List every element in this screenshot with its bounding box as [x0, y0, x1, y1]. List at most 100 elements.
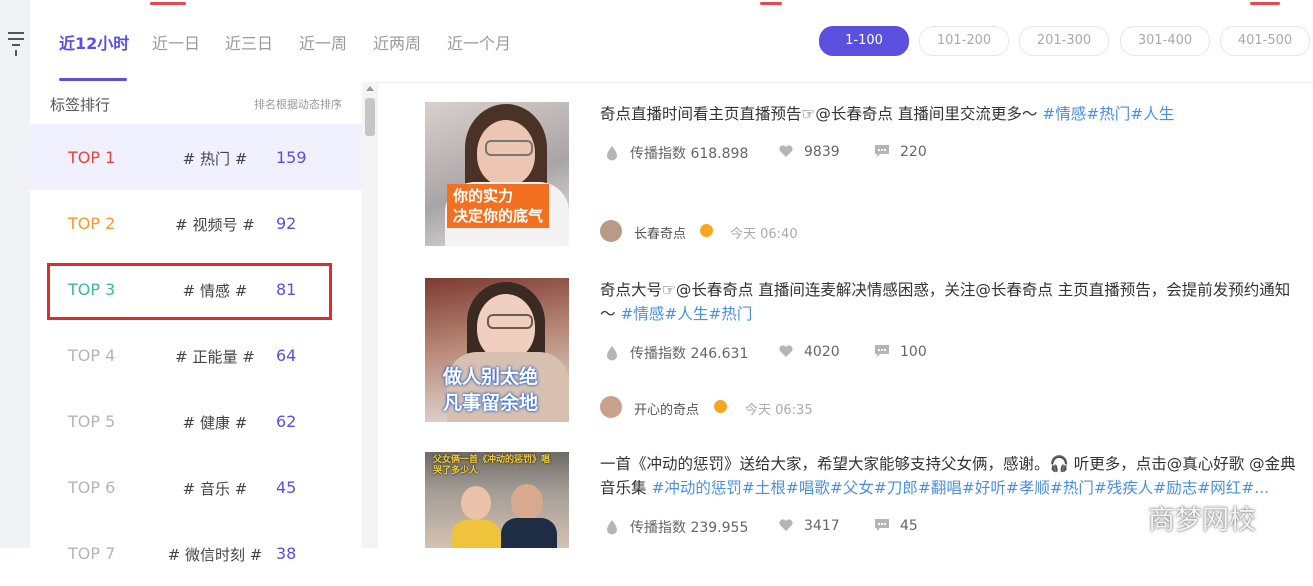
post-title[interactable]: 奇点大号☞@长春奇点 直播间连麦解决情感困惑，关注@长春奇点 主页直播预告，会提…: [600, 278, 1300, 326]
rank-tag: # 音乐 #: [182, 480, 248, 498]
heart-icon: [779, 345, 793, 357]
range-pill-401-500[interactable]: 401-500: [1220, 26, 1310, 56]
watermark: 商梦网校: [1100, 498, 1256, 537]
rank-count: 92: [276, 214, 297, 233]
like-value: 4020: [804, 344, 840, 360]
rank-count: 62: [276, 412, 297, 431]
comment-count: 45: [874, 517, 918, 534]
author-name[interactable]: 开心的奇点: [634, 399, 699, 418]
spread-index: 传播指数 246.631: [604, 343, 748, 363]
rank-tag: # 热门 #: [182, 150, 248, 168]
avatar[interactable]: [600, 396, 622, 418]
spread-index: 传播指数 239.955: [604, 517, 748, 537]
post-time: 今天 06:40: [730, 227, 798, 242]
author-name[interactable]: 长春奇点: [634, 223, 686, 242]
range-pill-1-100[interactable]: 1-100: [819, 26, 909, 56]
post-thumbnail[interactable]: 父女俩一首《冲动的惩罚》唱哭了多少人: [425, 452, 569, 548]
rank-row[interactable]: TOP 3 # 情感 # 81: [30, 256, 362, 322]
rank-count: 45: [276, 478, 297, 497]
post-title-text: 奇点直播时间看主页直播预告☞@长春奇点 直播间里交流更多～: [600, 105, 1043, 123]
sidebar-scrollbar[interactable]: [362, 82, 378, 548]
tag-ranking-heading: 标签排行: [50, 96, 111, 114]
rank-tag: # 情感 #: [182, 282, 248, 300]
post-title[interactable]: 奇点直播时间看主页直播预告☞@长春奇点 直播间里交流更多～ #情感#热门#人生: [600, 102, 1300, 126]
rank-row[interactable]: TOP 1 # 热门 # 159: [30, 124, 362, 190]
tab-3-days[interactable]: 近三日: [225, 30, 273, 54]
verified-badge-icon: [700, 224, 713, 237]
like-count: 9839: [778, 143, 840, 160]
heart-icon: [779, 145, 793, 157]
tab-1-week[interactable]: 近一周: [299, 30, 347, 54]
avatar[interactable]: [600, 220, 622, 242]
verified-badge-icon: [714, 400, 727, 413]
like-value: 9839: [804, 144, 840, 160]
post-title[interactable]: 一首《冲动的惩罚》送给大家，希望大家能够支持父女俩，感谢。🎧 听更多，点击@真心…: [600, 452, 1300, 500]
post-thumbnail[interactable]: 你的实力 决定你的底气: [425, 102, 569, 246]
post-item[interactable]: 你的实力 决定你的底气 奇点直播时间看主页直播预告☞@长春奇点 直播间里交流更多…: [425, 102, 1305, 252]
spread-label: 传播指数: [630, 146, 686, 162]
drop-icon: [607, 520, 617, 535]
heart-icon: [779, 519, 793, 531]
scroll-up-arrow-icon[interactable]: [366, 86, 374, 91]
rank-position: TOP 6: [68, 478, 116, 497]
range-pill-101-200[interactable]: 101-200: [919, 26, 1009, 56]
post-tags[interactable]: #情感#人生#热门: [620, 305, 752, 323]
time-range-tabs: 近12小时 近一日 近三日 近一周 近两周 近一个月 1-100 101-200…: [30, 0, 1313, 83]
comment-icon: [875, 345, 889, 357]
tab-12-hours[interactable]: 近12小时: [59, 30, 129, 54]
rank-row[interactable]: TOP 7 # 微信时刻 # 38: [30, 520, 362, 586]
wechat-logo-icon: [1100, 503, 1139, 532]
rank-tag: # 微信时刻 #: [167, 546, 263, 564]
thumbnail-caption: 父女俩一首《冲动的惩罚》唱哭了多少人: [433, 455, 551, 476]
rank-position: TOP 7: [68, 544, 116, 563]
rank-count: 64: [276, 346, 297, 365]
menu-icon[interactable]: [8, 28, 24, 56]
rank-count: 159: [276, 148, 307, 167]
post-tags[interactable]: #冲动的惩罚#土根#唱歌#父女#刀郎#翻唱#好听#孝顺#热门#残疾人#励志#网红…: [651, 479, 1269, 497]
spread-value: 618.898: [690, 146, 749, 162]
rank-tag: # 视频号 #: [175, 216, 255, 234]
thumbnail-caption: 你的实力 决定你的底气: [447, 184, 550, 228]
tab-2-weeks[interactable]: 近两周: [373, 30, 421, 54]
post-item[interactable]: 做人别太绝 凡事留余地 奇点大号☞@长春奇点 直播间连麦解决情感困惑，关注@长春…: [425, 278, 1305, 428]
comment-count: 100: [874, 343, 927, 360]
rank-position: TOP 1: [68, 148, 116, 167]
range-pill-201-300[interactable]: 201-300: [1019, 26, 1109, 56]
watermark-text: 商梦网校: [1148, 505, 1256, 536]
spread-label: 传播指数: [630, 520, 686, 536]
tab-1-month[interactable]: 近一个月: [447, 30, 511, 54]
rank-row[interactable]: TOP 2 # 视频号 # 92: [30, 190, 362, 256]
spread-value: 246.631: [690, 346, 749, 362]
comment-value: 100: [900, 344, 927, 360]
active-tab-indicator: [59, 78, 127, 81]
post-author[interactable]: 长春奇点 今天 06:40: [600, 220, 900, 244]
rank-position: TOP 3: [68, 280, 116, 299]
comment-value: 220: [900, 144, 927, 160]
drop-icon: [607, 146, 617, 161]
ranking-note: 排名根据动态排序: [254, 98, 342, 111]
post-stats: 传播指数 618.898 9839 220: [600, 143, 1000, 163]
post-tags[interactable]: #情感#热门#人生: [1042, 105, 1174, 123]
rank-row[interactable]: TOP 6 # 音乐 # 45: [30, 454, 362, 520]
tag-ranking-panel: 标签排行 排名根据动态排序 TOP 1 # 热门 # 159 TOP 2 # 视…: [30, 82, 362, 564]
rank-position: TOP 2: [68, 214, 116, 233]
like-count: 3417: [778, 517, 840, 534]
comment-value: 45: [900, 518, 918, 534]
post-thumbnail[interactable]: 做人别太绝 凡事留余地: [425, 278, 569, 422]
spread-index: 传播指数 618.898: [604, 143, 748, 163]
rank-row[interactable]: TOP 4 # 正能量 # 64: [30, 322, 362, 388]
range-pill-301-400[interactable]: 301-400: [1120, 26, 1210, 56]
like-count: 4020: [778, 343, 840, 360]
left-rail: [0, 0, 30, 548]
comment-icon: [875, 519, 889, 531]
rank-count: 81: [276, 280, 297, 299]
drop-icon: [607, 346, 617, 361]
tab-1-day[interactable]: 近一日: [152, 30, 200, 54]
spread-label: 传播指数: [630, 346, 686, 362]
scroll-thumb[interactable]: [365, 98, 375, 136]
spread-value: 239.955: [690, 520, 749, 536]
post-stats: 传播指数 239.955 3417 45: [600, 517, 1000, 537]
post-author[interactable]: 开心的奇点 今天 06:35: [600, 396, 900, 420]
rank-row[interactable]: TOP 5 # 健康 # 62: [30, 388, 362, 454]
post-time: 今天 06:35: [745, 403, 813, 418]
